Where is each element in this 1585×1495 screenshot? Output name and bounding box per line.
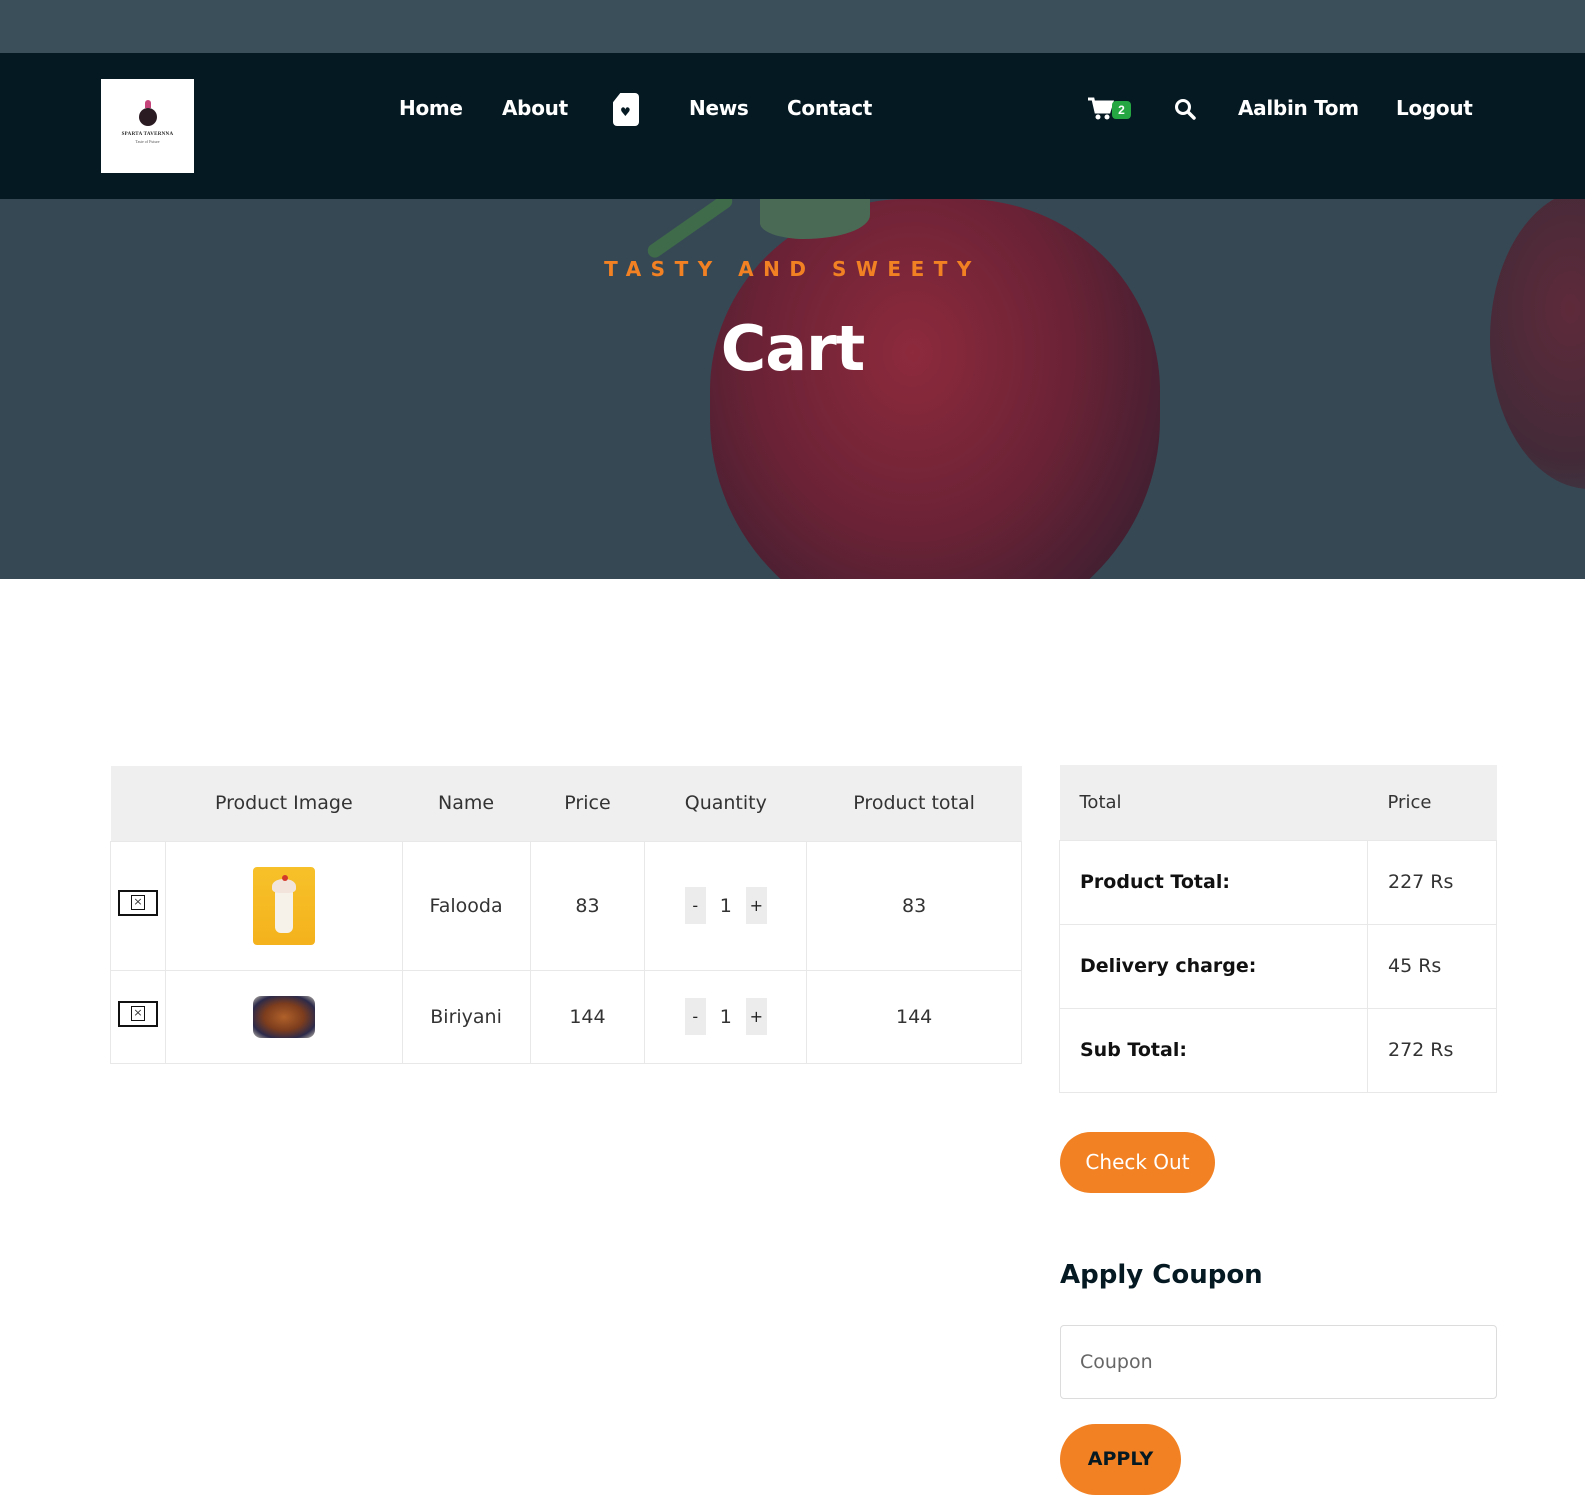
coupon-title: Apply Coupon — [1060, 1260, 1263, 1290]
strawberry-background — [710, 199, 1160, 579]
logo-name: SPARTA TAVERNNA — [121, 132, 174, 137]
shopping-cart-icon — [1088, 97, 1114, 120]
nav-logout[interactable]: Logout — [1396, 96, 1473, 120]
totals-header-price: Price — [1367, 765, 1497, 840]
quantity-cell: - 1 + — [644, 840, 808, 971]
header-remove — [110, 766, 166, 841]
leaf-decoration-left — [645, 199, 735, 261]
remove-item-icon[interactable]: × — [117, 890, 158, 916]
quantity-value: 1 — [719, 1005, 732, 1028]
product-name: Falooda — [401, 840, 531, 971]
cart-icon[interactable]: 2 — [1088, 97, 1134, 123]
header-product-image: Product Image — [165, 766, 403, 841]
hero-subtitle: TASTY AND SWEETY — [604, 257, 981, 281]
increase-quantity-button[interactable]: + — [745, 887, 767, 924]
decrease-quantity-button[interactable]: - — [684, 998, 706, 1035]
product-image-cell — [164, 969, 403, 1064]
product-total-label: Product Total: — [1059, 839, 1368, 925]
nav-about[interactable]: About — [502, 96, 568, 120]
quantity-stepper: - 1 + — [684, 998, 767, 1035]
cart-count-badge: 2 — [1112, 101, 1131, 119]
product-total: 144 — [806, 969, 1022, 1064]
totals-header: Total Price — [1059, 765, 1497, 840]
header-product-total: Product total — [806, 766, 1022, 841]
sub-total-label: Sub Total: — [1059, 1007, 1368, 1093]
sub-total-value: 272 Rs — [1367, 1007, 1497, 1093]
decrease-quantity-button[interactable]: - — [684, 887, 706, 924]
cart-table-header: Product Image Name Price Quantity Produc… — [110, 766, 1022, 841]
product-name: Biriyani — [401, 969, 531, 1064]
nav-news[interactable]: News — [689, 96, 749, 120]
logo-mark-icon — [138, 100, 157, 126]
cart-table: Product Image Name Price Quantity Produc… — [110, 766, 1022, 1064]
product-total-value: 227 Rs — [1367, 839, 1497, 925]
quantity-value: 1 — [719, 894, 732, 917]
product-image-falooda — [252, 866, 315, 945]
quantity-cell: - 1 + — [644, 969, 808, 1064]
table-row: × Falooda 83 - 1 + 83 — [110, 840, 1022, 971]
product-price: 83 — [529, 840, 646, 971]
delivery-charge-value: 45 Rs — [1367, 923, 1497, 1009]
increase-quantity-button[interactable]: + — [745, 998, 767, 1035]
remove-cell: × — [110, 969, 166, 1064]
logo-tagline: Taste of Future — [135, 139, 160, 144]
totals-row: Product Total: 227 Rs — [1059, 839, 1497, 925]
header-price: Price — [530, 766, 645, 841]
remove-item-icon[interactable]: × — [117, 1001, 158, 1027]
quantity-stepper: - 1 + — [684, 887, 767, 924]
site-logo[interactable]: SPARTA TAVERNNA Taste of Future — [101, 79, 194, 173]
product-image-biriyani — [252, 995, 315, 1038]
apply-coupon-button[interactable]: APPLY — [1060, 1424, 1181, 1495]
delivery-charge-label: Delivery charge: — [1059, 923, 1368, 1009]
search-icon[interactable] — [1174, 98, 1196, 120]
checkout-button[interactable]: Check Out — [1060, 1132, 1215, 1193]
remove-cell: × — [110, 840, 166, 971]
page-title: Cart — [720, 312, 866, 385]
navbar: SPARTA TAVERNNA Taste of Future Home Abo… — [0, 53, 1585, 199]
totals-row: Delivery charge: 45 Rs — [1059, 923, 1497, 1009]
shop-bag-heart-icon[interactable]: ♥ — [613, 93, 639, 126]
totals-header-total: Total — [1059, 765, 1368, 840]
coupon-input[interactable] — [1060, 1325, 1497, 1399]
hero-banner: TASTY AND SWEETY Cart — [0, 199, 1585, 579]
totals-row: Sub Total: 272 Rs — [1059, 1007, 1497, 1093]
heart-icon: ♥ — [620, 105, 631, 119]
table-row: × Biriyani 144 - 1 + 144 — [110, 969, 1022, 1064]
top-strip — [0, 0, 1585, 53]
nav-contact[interactable]: Contact — [787, 96, 872, 120]
product-total: 83 — [806, 840, 1022, 971]
product-image-cell — [164, 840, 403, 971]
totals-table: Total Price Product Total: 227 Rs Delive… — [1059, 765, 1497, 1093]
product-price: 144 — [529, 969, 646, 1064]
nav-home[interactable]: Home — [399, 96, 463, 120]
nav-user-profile[interactable]: Aalbin Tom — [1238, 96, 1359, 120]
header-quantity: Quantity — [644, 766, 807, 841]
header-name: Name — [402, 766, 531, 841]
